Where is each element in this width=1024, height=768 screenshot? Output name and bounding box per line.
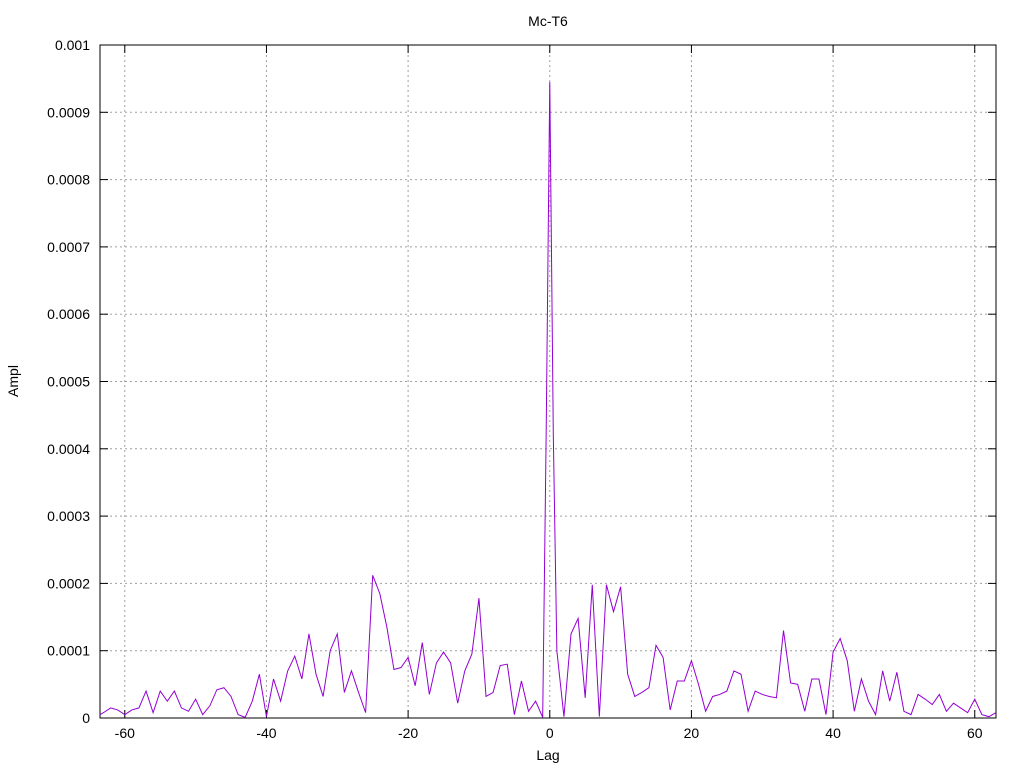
line-chart: Mc-T6 0 0.0001 0.0002 0.0003 0.0004 0.0005 0.0… <box>5 13 997 763</box>
x-tick-label: 60 <box>967 725 983 741</box>
y-tick-label: 0.0004 <box>47 441 90 457</box>
y-tick-label: 0.0001 <box>47 643 90 659</box>
y-tick-label: 0.001 <box>55 37 90 53</box>
axis-ticks: 0 0.0001 0.0002 0.0003 0.0004 0.0005 0.0006 0.0… <box>47 37 996 741</box>
y-tick-label: 0.0009 <box>47 104 90 120</box>
y-axis-label: Ampl <box>5 365 21 397</box>
y-tick-label: 0.0008 <box>47 172 90 188</box>
series-layer <box>99 82 997 718</box>
x-tick-label: 0 <box>546 725 554 741</box>
y-tick-label: 0.0007 <box>47 239 90 255</box>
x-axis-label: Lag <box>536 747 559 763</box>
y-tick-label: 0 <box>82 710 90 726</box>
grid <box>100 45 996 718</box>
y-tick-label: 0.0002 <box>47 575 90 591</box>
y-tick-label: 0.0005 <box>47 374 90 390</box>
x-tick-label: 20 <box>684 725 700 741</box>
chart-title: Mc-T6 <box>528 13 568 29</box>
x-tick-label: 40 <box>825 725 841 741</box>
y-tick-label: 0.0003 <box>47 508 90 524</box>
x-tick-label: -40 <box>256 725 276 741</box>
x-tick-label: -60 <box>115 725 135 741</box>
y-tick-label: 0.0006 <box>47 306 90 322</box>
x-tick-label: -20 <box>398 725 418 741</box>
series-line <box>99 82 997 718</box>
